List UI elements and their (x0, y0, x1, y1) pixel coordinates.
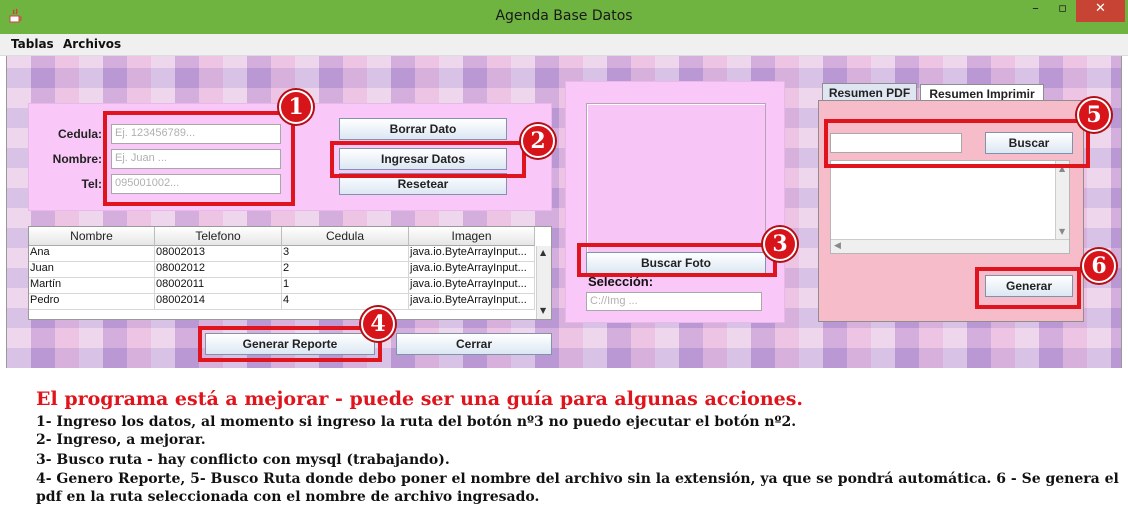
annotation-badge-2: 2 (521, 124, 555, 158)
annotation-box-2 (330, 141, 526, 178)
photo-path-field[interactable]: C://Img ... (586, 292, 762, 311)
annotation-badge-1: 1 (279, 90, 313, 124)
photo-preview (586, 103, 766, 253)
cell-cedula: 2 (282, 262, 409, 278)
cell-cedula: 4 (282, 294, 409, 310)
cell-nombre: Martín (29, 278, 155, 294)
column-header-cedula[interactable]: Cedula (282, 227, 409, 246)
caption-line: 4- Genero Reporte, 5- Busco Ruta donde d… (36, 471, 1119, 487)
cell-cedula: 1 (282, 278, 409, 294)
annotation-badge-6: 6 (1082, 249, 1116, 283)
scroll-down-icon[interactable]: ▼ (540, 306, 546, 315)
maximize-button[interactable]: ▫ (1049, 0, 1076, 22)
window-title: Agenda Base Datos (495, 8, 633, 24)
table-scrollbar[interactable]: ▲ ▼ (536, 246, 551, 319)
scroll-down-icon[interactable]: ▼ (1059, 227, 1065, 236)
annotation-box-6 (975, 267, 1081, 309)
close-icon: ✕ (1095, 1, 1106, 16)
tel-label: Tel: (81, 177, 102, 191)
close-button[interactable]: ✕ (1076, 0, 1125, 22)
annotation-box-1 (103, 111, 295, 206)
cell-nombre: Ana (29, 246, 155, 262)
textarea-horizontal-scrollbar[interactable]: ◀ (831, 239, 1069, 253)
title-bar: Agenda Base Datos – ▫ ✕ (0, 0, 1128, 34)
column-header-telefono[interactable]: Telefono (155, 227, 282, 246)
column-header-nombre[interactable]: Nombre (29, 227, 155, 246)
cell-telefono: 08002011 (155, 278, 282, 294)
table-row[interactable]: Juan 08002012 2 java.io.ByteArrayInput..… (29, 262, 535, 278)
caption-line: pdf en la ruta seleccionada con el nombr… (36, 489, 540, 505)
annotation-box-5 (824, 119, 1090, 168)
report-text-area[interactable]: ▲ ▼ ◀ (830, 160, 1070, 254)
table-row[interactable]: Pedro 08002014 4 java.io.ByteArrayInput.… (29, 294, 535, 310)
tab-resumen-pdf[interactable]: Resumen PDF (822, 83, 917, 101)
cell-telefono: 08002012 (155, 262, 282, 278)
column-header-imagen[interactable]: Imagen (409, 227, 535, 246)
minimize-button[interactable]: – (1022, 0, 1049, 22)
nombre-label: Nombre: (52, 152, 102, 166)
borrar-dato-button[interactable]: Borrar Dato (339, 118, 507, 140)
cell-telefono: 08002013 (155, 246, 282, 262)
textarea-vertical-scrollbar[interactable]: ▲ ▼ (1055, 161, 1069, 241)
annotation-badge-3: 3 (763, 227, 797, 261)
menu-bar: Tablas Archivos (0, 34, 1128, 56)
annotation-badge-5: 5 (1077, 98, 1111, 132)
scroll-up-icon[interactable]: ▲ (540, 248, 546, 257)
table-row[interactable]: Martín 08002011 1 java.io.ByteArrayInput… (29, 278, 535, 294)
cell-nombre: Juan (29, 262, 155, 278)
menu-tablas[interactable]: Tablas (11, 37, 54, 51)
cell-telefono: 08002014 (155, 294, 282, 310)
table-row[interactable]: Ana 08002013 3 java.io.ByteArrayInput... (29, 246, 535, 262)
annotation-box-4 (198, 326, 382, 362)
cell-cedula: 3 (282, 246, 409, 262)
cedula-label: Cedula: (57, 127, 102, 141)
caption-line: 3- Busco ruta - hay conflicto con mysql … (36, 452, 450, 468)
annotation-badge-4: 4 (361, 307, 395, 341)
cell-nombre: Pedro (29, 294, 155, 310)
caption-title: El programa está a mejorar - puede ser u… (36, 388, 804, 410)
scroll-left-icon[interactable]: ◀ (834, 241, 841, 251)
annotation-box-3 (577, 243, 777, 277)
cell-imagen: java.io.ByteArrayInput... (409, 294, 535, 310)
caption-line: 2- Ingreso, a mejorar. (36, 432, 206, 448)
cell-imagen: java.io.ByteArrayInput... (409, 246, 535, 262)
menu-archivos[interactable]: Archivos (63, 37, 121, 51)
cell-imagen: java.io.ByteArrayInput... (409, 278, 535, 294)
contacts-table: Nombre Telefono Cedula Imagen Ana 080020… (28, 226, 552, 320)
cerrar-button[interactable]: Cerrar (396, 333, 552, 355)
table-header: Nombre Telefono Cedula Imagen (29, 227, 535, 246)
cell-imagen: java.io.ByteArrayInput... (409, 262, 535, 278)
caption-line: 1- Ingreso los datos, al momento si ingr… (36, 414, 797, 430)
maximize-icon: ▫ (1058, 1, 1067, 16)
minimize-icon: – (1032, 1, 1039, 16)
